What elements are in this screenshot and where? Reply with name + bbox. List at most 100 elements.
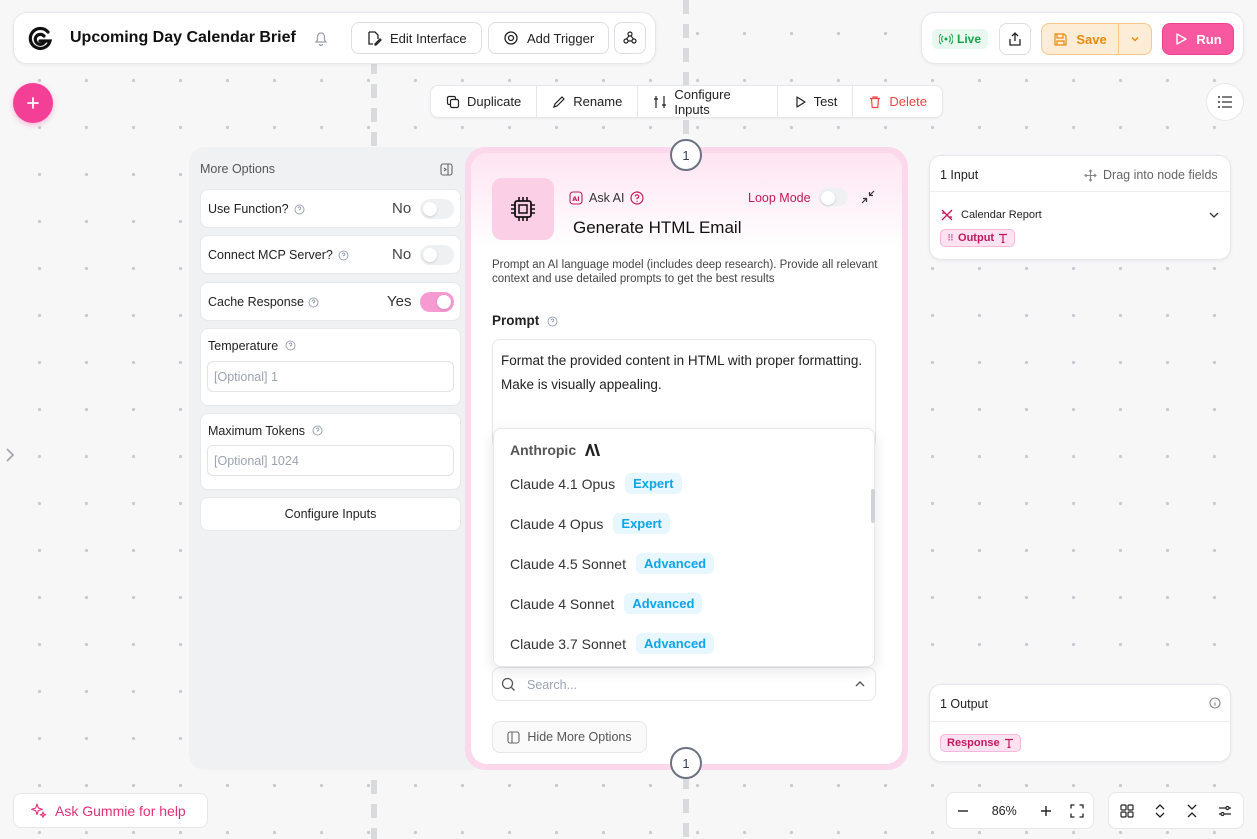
input-source-item[interactable]: Calendar Report (940, 208, 1042, 222)
inputs-title: 1 Input (940, 168, 979, 182)
expand-all-button[interactable] (1144, 803, 1176, 818)
chevron-up-icon[interactable] (854, 679, 866, 689)
model-option[interactable]: Claude 3.7 Sonnet Advanced (510, 633, 715, 654)
ask-gummie-button[interactable]: Ask Gummie for help (13, 793, 208, 828)
hide-more-options-button[interactable]: Hide More Options (492, 721, 647, 753)
save-dropdown-button[interactable] (1119, 24, 1151, 54)
zoom-out-button[interactable] (947, 805, 979, 817)
dropdown-scrollbar[interactable] (871, 489, 875, 523)
chevrons-up-down-icon (1154, 803, 1166, 818)
run-button[interactable]: Run (1162, 23, 1234, 55)
grid-view-button[interactable] (1111, 803, 1143, 818)
max-tokens-input[interactable]: [Optional] 1024 (207, 445, 454, 476)
cache-response-toggle[interactable] (420, 292, 454, 312)
search-icon (501, 677, 516, 692)
connector-line-bottom (683, 775, 689, 839)
delete-label: Delete (889, 94, 927, 109)
plus-icon (1040, 805, 1052, 817)
node-title[interactable]: Generate HTML Email (573, 218, 741, 238)
grid-icon (1120, 803, 1134, 818)
fit-view-button[interactable] (1061, 803, 1093, 818)
collapse-panel-icon[interactable] (440, 163, 453, 176)
collapse-all-button[interactable] (1176, 804, 1208, 818)
share-icon (1007, 31, 1023, 47)
edit-interface-label: Edit Interface (390, 30, 467, 46)
node-type: AI Ask AI (569, 191, 645, 205)
model-search-field[interactable]: Search... (492, 667, 876, 701)
max-tokens-row: Maximum Tokens [Optional] 1024 (200, 413, 461, 490)
connector-line-top (683, 0, 689, 140)
configure-icon (653, 95, 667, 109)
divider (930, 721, 1230, 722)
settings-button[interactable] (1209, 804, 1241, 818)
model-search-placeholder: Search... (527, 678, 578, 692)
node-icon-tile (492, 178, 554, 240)
inputs-panel: 1 Input Drag into node fields Calendar R… (929, 155, 1231, 260)
bell-icon[interactable] (312, 29, 330, 47)
webhook-icon (622, 30, 638, 46)
help-circle-icon[interactable] (630, 191, 645, 205)
rename-button[interactable]: Rename (537, 86, 639, 117)
duplicate-label: Duplicate (467, 94, 522, 109)
model-option[interactable]: Claude 4.1 Opus Expert (510, 473, 682, 494)
output-pill-label: Output (958, 232, 995, 244)
test-button[interactable]: Test (778, 86, 854, 117)
run-controls: Live Save Run (921, 12, 1244, 64)
ask-gummie-label: Ask Gummie for help (55, 802, 186, 819)
loop-mode-toggle[interactable] (818, 188, 848, 206)
model-option[interactable]: Claude 4.5 Sonnet Advanced (510, 553, 715, 574)
model-name: Claude 4.1 Opus (510, 475, 616, 492)
info-icon[interactable] (1209, 697, 1221, 709)
model-tier-badge: Advanced (635, 633, 715, 654)
connect-mcp-row: Connect MCP Server? No (200, 235, 461, 274)
drag-handle-icon: ⠿ (947, 232, 955, 243)
use-function-toggle[interactable] (420, 199, 454, 219)
chevron-down-icon[interactable] (1209, 211, 1219, 219)
help-circle-icon (285, 340, 296, 351)
svg-text:AI: AI (572, 195, 579, 203)
save-label: Save (1076, 31, 1107, 47)
trigger-icon (503, 30, 519, 46)
chevron-down-icon (1129, 33, 1141, 45)
edit-interface-button[interactable]: Edit Interface (351, 22, 482, 54)
ai-icon: AI (569, 191, 583, 205)
list-view-button[interactable] (1206, 83, 1244, 121)
temperature-input[interactable]: [Optional] 1 (207, 361, 454, 392)
anthropic-logo-icon (584, 444, 601, 456)
delete-button[interactable]: Delete (853, 86, 942, 117)
share-button[interactable] (999, 23, 1031, 55)
output-variable-pill[interactable]: ⠿ Output (940, 229, 1016, 247)
add-trigger-label: Add Trigger (527, 30, 595, 46)
edit-file-icon (366, 30, 382, 46)
divider (930, 191, 1230, 192)
model-option[interactable]: Claude 4 Sonnet Advanced (510, 593, 703, 614)
zoom-in-button[interactable] (1030, 805, 1062, 817)
minus-icon (957, 805, 969, 817)
configure-inputs-button[interactable]: Configure Inputs (200, 497, 461, 531)
help-circle-icon (547, 316, 558, 327)
max-tokens-label: Maximum Tokens (208, 424, 306, 438)
input-source-label: Calendar Report (961, 209, 1042, 221)
node-toolbar: Duplicate Rename Configure Inputs Test D… (430, 85, 943, 118)
live-badge[interactable]: Live (932, 29, 989, 49)
rename-label: Rename (573, 94, 623, 109)
response-variable-pill[interactable]: Response (940, 734, 1021, 752)
workflow-title[interactable]: Upcoming Day Calendar Brief (70, 29, 296, 47)
more-options-title: More Options (200, 162, 276, 176)
connect-mcp-label: Connect MCP Server? (208, 248, 333, 262)
connect-mcp-toggle[interactable] (420, 245, 454, 265)
step-number-bottom: 1 (670, 747, 702, 779)
live-label: Live (957, 32, 982, 46)
collapse-icon[interactable] (861, 190, 875, 204)
model-name: Claude 3.7 Sonnet (510, 635, 626, 652)
configure-inputs-toolbar-button[interactable]: Configure Inputs (638, 86, 778, 117)
add-node-button[interactable] (13, 83, 53, 123)
calendar-report-icon (940, 208, 954, 222)
chevron-right-icon[interactable] (4, 446, 16, 464)
model-option[interactable]: Claude 4 Opus Expert (510, 513, 670, 534)
help-circle-icon (312, 425, 323, 436)
webhook-button[interactable] (614, 22, 646, 54)
save-button[interactable]: Save (1042, 24, 1119, 54)
duplicate-button[interactable]: Duplicate (431, 86, 538, 117)
add-trigger-button[interactable]: Add Trigger (488, 22, 610, 54)
